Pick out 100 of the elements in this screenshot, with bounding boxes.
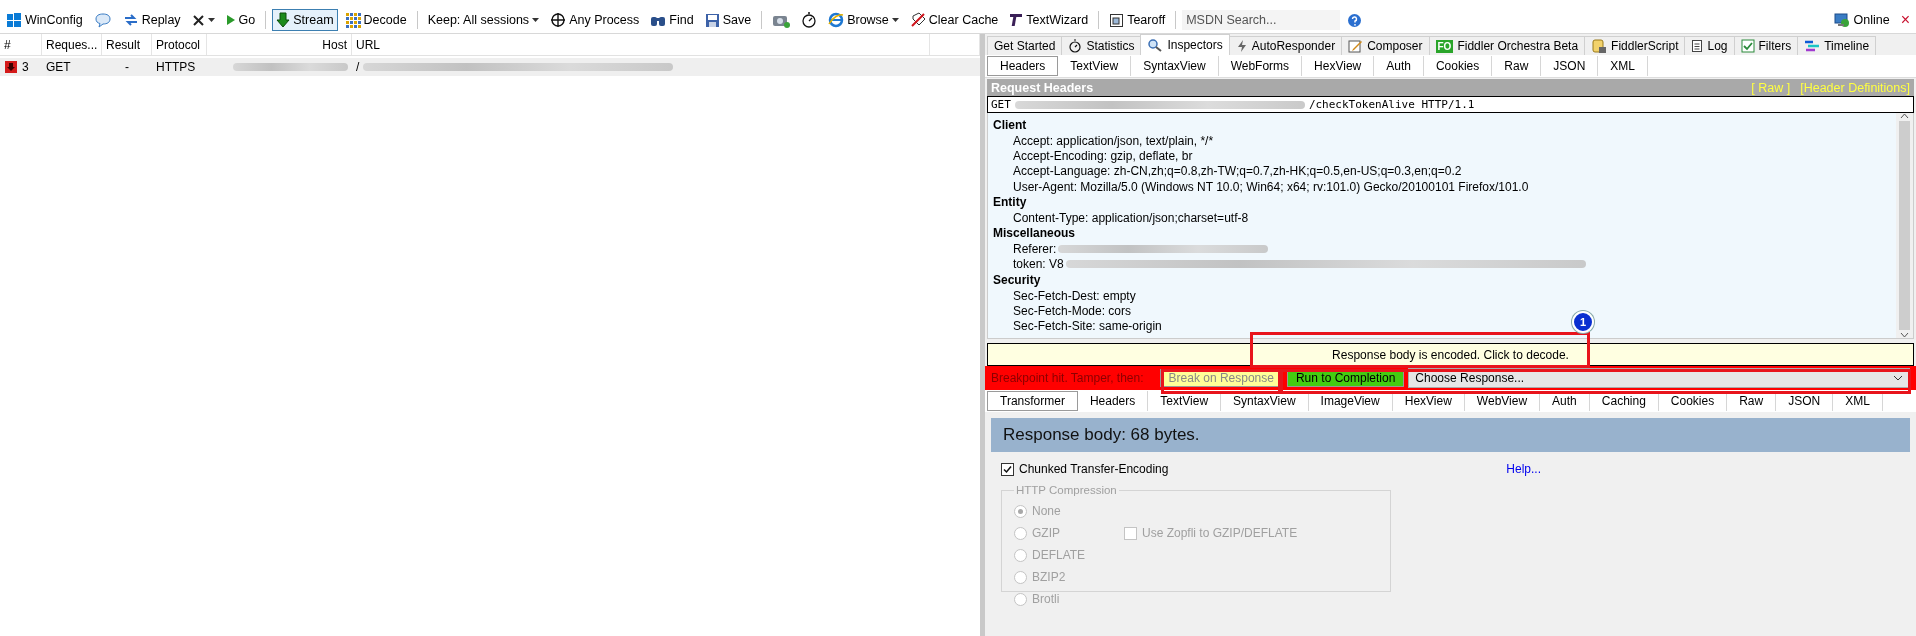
window-icon: [1109, 12, 1125, 28]
help-link[interactable]: Help...: [1506, 462, 1541, 476]
step-marker: 1: [1572, 311, 1594, 333]
tab[interactable]: JSON: [1776, 391, 1834, 411]
header-group[interactable]: Miscellaneous: [993, 225, 1891, 242]
tab[interactable]: Log: [1684, 36, 1735, 55]
tab[interactable]: Raw: [1492, 56, 1542, 76]
response-select[interactable]: Choose Response...: [1408, 368, 1910, 388]
column-header[interactable]: Protocol: [152, 34, 207, 55]
tab[interactable]: XML: [1598, 56, 1648, 76]
header-line[interactable]: Accept: application/json, text/plain, */*: [1013, 133, 1214, 148]
header-line[interactable]: Referer:: [1013, 242, 1057, 257]
tab[interactable]: XML: [1833, 391, 1883, 411]
tab[interactable]: FiddlerScript: [1584, 36, 1686, 55]
toolbar-button[interactable]: Go: [221, 9, 260, 31]
tab[interactable]: Cookies: [1658, 391, 1728, 411]
tab[interactable]: JSON: [1541, 56, 1599, 76]
clear-cache-icon: [909, 12, 926, 28]
stopwatch-icon: [1068, 39, 1083, 53]
caret-icon: [532, 17, 540, 23]
tab[interactable]: Transformer: [987, 391, 1078, 411]
header-group[interactable]: Entity: [993, 194, 1891, 211]
column-header[interactable]: #: [0, 34, 42, 55]
tab[interactable]: Statistics: [1061, 36, 1142, 55]
toolbar-button[interactable]: TextWizard: [1005, 9, 1093, 31]
header-line[interactable]: User-Agent: Mozilla/5.0 (Windows NT 10.0; Win64; x64; rv:101.0) Gecko/20100101 Firefox/101.0: [1013, 179, 1529, 194]
caret-icon: [891, 17, 899, 23]
notification-text[interactable]: Response body is encoded. Click to decode.: [1332, 347, 1569, 362]
online-button[interactable]: Online: [1828, 9, 1894, 31]
tab[interactable]: Cookies: [1423, 56, 1493, 76]
column-header[interactable]: Result: [102, 34, 152, 55]
toolbar-button[interactable]: Save: [700, 9, 756, 31]
toolbar-button[interactable]: Clear Cache: [905, 9, 1003, 31]
toolbar-button[interactable]: Tearoff: [1105, 9, 1170, 31]
header-line[interactable]: Content-Type: application/json;charset=utf-8: [1013, 210, 1249, 225]
tab[interactable]: Caching: [1589, 391, 1659, 411]
search-field[interactable]: MSDN Search...: [1182, 10, 1341, 30]
table-cell: GET: [46, 60, 71, 74]
tab[interactable]: ImageView: [1308, 391, 1393, 411]
toolbar-button[interactable]: Replay: [118, 9, 185, 31]
pencil-note-icon: [1348, 39, 1364, 53]
tab[interactable]: SyntaxView: [1131, 56, 1219, 76]
remove-icon: [191, 13, 205, 27]
header-line[interactable]: Sec-Fetch-Mode: cors: [1013, 304, 1132, 318]
header-line[interactable]: Sec-Fetch-Site: same-origin: [1013, 319, 1162, 334]
toolbar-button[interactable]: Find: [646, 9, 698, 31]
tab[interactable]: Filters: [1733, 36, 1799, 55]
column-header[interactable]: Host: [207, 34, 352, 55]
tab[interactable]: HexView: [1392, 391, 1465, 411]
header-line[interactable]: token: V8: [1013, 257, 1064, 272]
group-title: HTTP Compression: [1015, 484, 1118, 496]
magnifier-icon: [1147, 38, 1164, 52]
tab[interactable]: WebView: [1464, 391, 1541, 411]
tab[interactable]: WebForms: [1218, 56, 1303, 76]
toolbar-button[interactable]: Any Process: [546, 9, 644, 31]
tab[interactable]: Auth: [1374, 56, 1424, 76]
toolbar-button[interactable]: Keep: All sessions: [423, 9, 544, 31]
tab[interactable]: TextView: [1058, 56, 1132, 76]
down-arrow-icon: [276, 12, 291, 28]
table-cell: 3: [22, 60, 29, 74]
tab[interactable]: HexView: [1302, 56, 1375, 76]
session-row[interactable]: 3 GET - HTTPS /: [0, 58, 980, 76]
header-group[interactable]: Client: [993, 117, 1891, 133]
tab[interactable]: Headers: [987, 56, 1059, 76]
timeline-icon: [1804, 40, 1821, 52]
network-icon: [1832, 12, 1851, 28]
checkbox-icon: [1740, 39, 1755, 53]
toolbar-button[interactable]: Decode: [340, 9, 411, 31]
header-line[interactable]: Accept-Encoding: gzip, deflate, br: [1013, 148, 1193, 163]
toolbar-button[interactable]: Browse: [824, 9, 903, 31]
header-line[interactable]: Accept-Language: zh-CN,zh;q=0.8,zh-TW;q=0.7,zh-HK;q=0.5,en-US;q=0.3,en;q=0.2: [1013, 164, 1462, 179]
toolbar-button[interactable]: Stream: [272, 9, 338, 31]
toolbar-button[interactable]: WinConfig: [2, 9, 87, 31]
close-button[interactable]: ×: [1896, 9, 1914, 31]
tab[interactable]: AutoResponder: [1228, 36, 1343, 55]
response-size: Response body: 68 bytes.: [1003, 425, 1200, 445]
check-icon: [1003, 464, 1012, 474]
notification-bar[interactable]: Response body is encoded. Click to decode.: [987, 343, 1914, 366]
tab[interactable]: FO Fiddler Orchestra Beta: [1428, 36, 1586, 55]
tab[interactable]: Inspectors: [1140, 34, 1230, 55]
tab[interactable]: Get Started: [987, 36, 1063, 55]
scrollbar[interactable]: [1896, 113, 1913, 338]
crosshair-icon: [550, 12, 567, 28]
tab[interactable]: Timeline: [1797, 36, 1877, 55]
tab[interactable]: Composer: [1341, 36, 1430, 55]
tab[interactable]: SyntaxView: [1221, 391, 1309, 411]
panel-title: Request Headers: [991, 80, 1094, 95]
column-header[interactable]: URL: [352, 34, 930, 55]
tab[interactable]: Auth: [1540, 391, 1590, 411]
tab[interactable]: TextView: [1148, 391, 1222, 411]
tab[interactable]: Raw: [1727, 391, 1777, 411]
logo-badge: FO: [1435, 39, 1454, 53]
header-group[interactable]: Security: [993, 272, 1891, 289]
lightning-icon: [1235, 39, 1248, 53]
checkbox-label[interactable]: Chunked Transfer-Encoding: [1019, 462, 1169, 476]
chevron-down-icon: [1893, 375, 1903, 381]
column-header[interactable]: Reques...: [42, 34, 102, 55]
header-line[interactable]: Sec-Fetch-Dest: empty: [1013, 288, 1136, 303]
checkbox[interactable]: [1001, 462, 1014, 476]
tab[interactable]: Headers: [1077, 391, 1149, 411]
